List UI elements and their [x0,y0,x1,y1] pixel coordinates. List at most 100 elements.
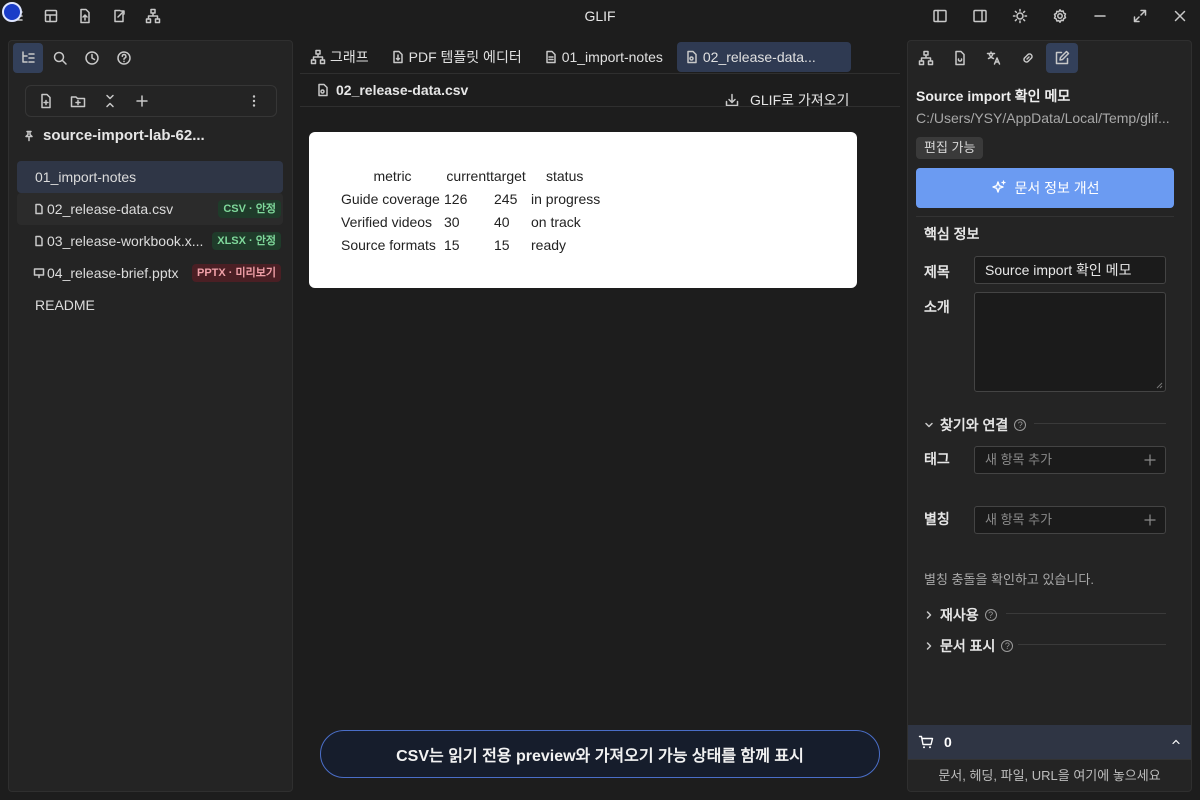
tab-release-data[interactable]: 02_release-data... [676,41,851,72]
section-rule [1018,644,1166,645]
find-link-section-toggle[interactable]: 찾기와 연결 ? [924,415,1027,435]
graph-icon [918,50,934,66]
vault-header[interactable]: source-import-lab-62... [23,127,205,144]
export-button[interactable] [102,0,136,32]
help-icon[interactable]: ? [1014,419,1027,431]
file-item-readme[interactable]: README [17,289,283,321]
tab-graph[interactable]: 그래프 [302,42,377,72]
help-icon[interactable]: ? [1001,640,1014,652]
file-item-import-notes[interactable]: 01_import-notes [17,161,283,193]
tab-history[interactable] [77,43,107,73]
new-folder-button[interactable] [62,86,94,116]
chevron-up-icon[interactable] [1171,737,1181,747]
translate-icon [986,50,1002,66]
layout-button[interactable] [34,0,68,32]
chevron-down-icon [924,420,934,430]
tab-search[interactable] [45,43,75,73]
chevron-right-icon [924,610,934,620]
close-button[interactable] [1160,0,1200,32]
csv-table: metric current target status Guide cover… [341,164,610,256]
minimize-button[interactable] [1080,0,1120,32]
file-name: README [35,297,95,313]
tab-pdf-template-editor[interactable]: PDF 템플릿 에디터 [383,42,530,72]
sitemap-icon [145,8,161,24]
title-bar-right [920,0,1200,32]
maximize-button[interactable] [1120,0,1160,32]
left-sidebar-tabs [9,41,292,75]
layout-icon [43,8,59,24]
alias-input[interactable]: 새 항목 추가 [974,506,1166,534]
tab-edit-properties[interactable] [1046,43,1078,73]
tab-help[interactable] [109,43,139,73]
tab-links[interactable] [1012,43,1044,73]
pdf-file-icon [391,50,405,64]
cart-bar[interactable]: 0 [908,725,1191,759]
reuse-section-toggle[interactable]: 재사용 ? [924,605,997,625]
file-sync-icon [952,50,968,66]
import-to-glif-button[interactable]: GLIF로 가져오기 [724,90,849,110]
tags-input[interactable]: 새 항목 추가 [974,446,1166,474]
settings-button[interactable] [1040,0,1080,32]
tab-graph-view[interactable] [910,43,942,73]
table-row: Guide coverage 126 245 in progress [341,187,610,210]
column-header: status [546,167,584,184]
export-icon [111,8,127,24]
upload-file-button[interactable] [68,0,102,32]
file-header: 02_release-data.csv [316,82,468,98]
tab-translate[interactable] [978,43,1010,73]
intro-textarea[interactable] [974,292,1166,392]
toggle-right-sidebar-button[interactable] [960,0,1000,32]
table-cell: on track [531,213,581,230]
improve-button-label: 문서 정보 개선 [1014,180,1100,196]
table-cell: 126 [444,190,468,207]
file-name: 04_release-brief.pptx [47,265,179,281]
alias-status-note: 별칭 충돌을 확인하고 있습니다. [924,572,1094,587]
plus-icon[interactable] [1143,513,1157,527]
table-cell: 245 [494,190,518,207]
link-icon [1020,50,1036,66]
document-tabs: 그래프 PDF 템플릿 에디터 01_import-notes 02_relea… [300,40,900,74]
info-banner: CSV는 읽기 전용 preview와 가져오기 가능 상태를 함께 표시 [320,730,880,778]
presentation-icon [33,267,47,279]
drop-zone[interactable]: 문서, 헤딩, 파일, URL을 여기에 놓으세요 [908,759,1191,791]
theme-toggle-button[interactable] [1000,0,1040,32]
file-item-release-workbook[interactable]: 03_release-workbook.x... XLSX · 안정 [17,225,283,257]
more-options-button[interactable] [238,86,270,116]
right-sidebar: Source import 확인 메모 C:/Users/YSY/AppData… [907,40,1192,792]
vault-name: source-import-lab-62... [43,127,205,144]
file-name: 01_import-notes [35,169,137,185]
sitemap-button[interactable] [136,0,170,32]
plus-icon [134,93,150,109]
pin-icon [23,130,35,142]
csv-preview: metric current target status Guide cover… [309,132,857,288]
new-file-button[interactable] [30,86,62,116]
collapse-all-button[interactable] [94,86,126,116]
file-item-release-brief[interactable]: 04_release-brief.pptx PPTX · 미리보기 [17,257,283,289]
tab-label: 그래프 [330,48,369,65]
add-button[interactable] [126,86,158,116]
file-tree-icon [20,50,36,66]
display-section-toggle[interactable]: 문서 표시 ? [924,636,1014,656]
tab-import-notes[interactable]: 01_import-notes [536,42,671,72]
plus-icon[interactable] [1143,453,1157,467]
gear-icon [1052,8,1068,24]
file-document-icon [33,235,47,247]
tags-label: 태그 [924,451,950,467]
help-icon[interactable]: ? [984,609,997,621]
file-type-badge: CSV · 안정 [218,200,281,218]
document-icon [544,50,558,64]
editor-area: 그래프 PDF 템플릿 에디터 01_import-notes 02_relea… [300,40,900,792]
tab-file-sync[interactable] [944,43,976,73]
file-item-release-data[interactable]: 02_release-data.csv CSV · 안정 [17,193,283,225]
tab-file-tree[interactable] [13,43,43,73]
column-header: target [490,167,526,184]
title-input[interactable] [974,256,1166,284]
improve-document-info-button[interactable]: 문서 정보 개선 [916,168,1174,208]
file-tree: 01_import-notes 02_release-data.csv CSV … [17,161,283,321]
sidebar-left-icon [932,8,948,24]
document-path: C:/Users/YSY/AppData/Local/Temp/glif... [916,110,1170,126]
toggle-left-sidebar-button[interactable] [920,0,960,32]
core-info-heading: 핵심 정보 [924,226,980,242]
new-folder-icon [70,93,86,109]
section-rule [1034,423,1166,424]
